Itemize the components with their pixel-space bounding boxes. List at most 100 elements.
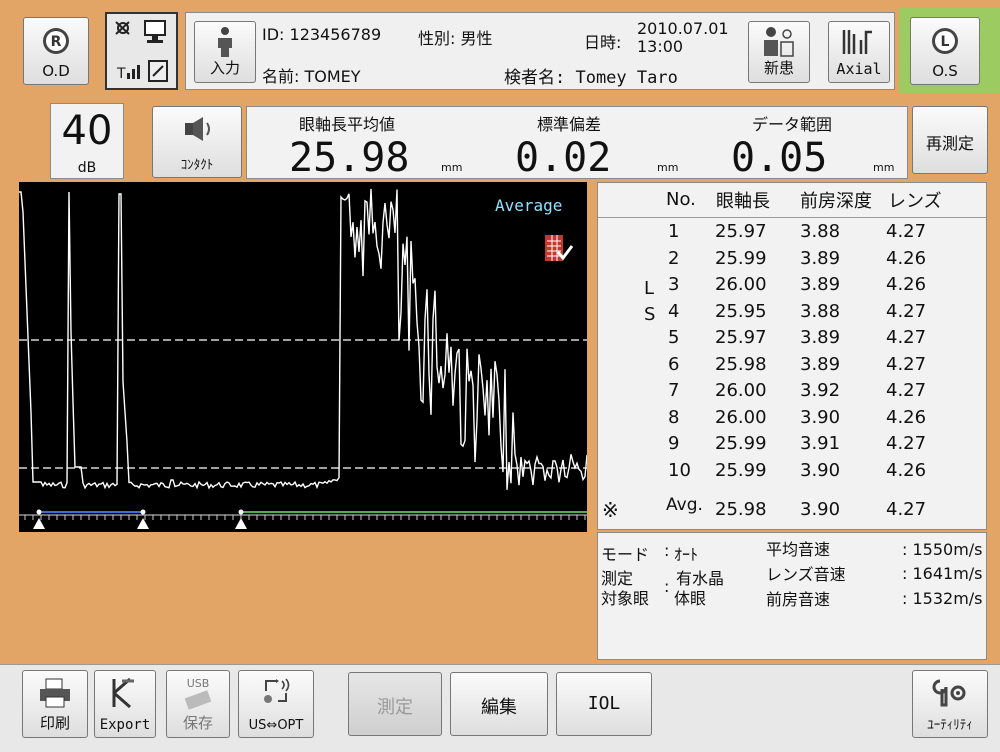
results-table: No. 眼軸長 前房深度 レンズ L S ※ 1 25.97 3.88 4.27 2 25…: [597, 182, 987, 530]
gate-dot-3: [238, 509, 244, 515]
side-mark-l: L: [644, 278, 655, 299]
table-cell-lens: 4.27: [886, 353, 927, 375]
average-label: Average: [495, 196, 563, 215]
table-cell-acd: 3.89: [800, 274, 841, 295]
a-scan-waveform[interactable]: Average: [19, 182, 587, 532]
avg-lens: 4.27: [886, 499, 927, 520]
iol-button[interactable]: IOL: [556, 672, 652, 736]
table-cell-acd: 3.88: [800, 300, 841, 322]
table-cell-axial: 26.00: [715, 274, 767, 295]
save-button[interactable]: USB 保存: [166, 670, 230, 738]
edit-label: 編集: [481, 697, 517, 718]
export-button[interactable]: Export: [94, 670, 156, 738]
mean-axial-value: 25.98: [289, 135, 410, 181]
ac-velocity-value: : 1532m/s: [902, 589, 983, 608]
measure-button[interactable]: 測定: [348, 672, 442, 736]
target-value-2: 体眼: [674, 589, 707, 608]
us-opt-icon: [239, 677, 313, 711]
od-eye-icon: R: [24, 26, 88, 60]
os-button[interactable]: L O.S: [910, 17, 980, 85]
table-cell-no: 7: [668, 380, 680, 401]
table-cell-lens: 4.26: [886, 247, 927, 269]
table-cell-axial: 25.97: [715, 327, 767, 348]
input-button[interactable]: 入力: [194, 21, 256, 83]
table-cell-no: 2: [668, 247, 680, 269]
header-acd: 前房深度: [800, 191, 872, 212]
table-cell-no: 10: [668, 459, 691, 481]
gain-display[interactable]: 40 dB: [50, 103, 124, 179]
network-status-icon: [113, 18, 173, 52]
us-opt-button[interactable]: US⇔OPT: [238, 670, 314, 738]
table-cell-lens: 4.27: [886, 433, 927, 454]
print-button[interactable]: 印刷: [22, 670, 88, 738]
table-cell-no: 4: [668, 300, 680, 322]
target-label-2: 対象眼: [601, 589, 650, 608]
table-cell-axial: 25.97: [715, 221, 767, 242]
us-opt-label: US⇔OPT: [248, 718, 304, 733]
od-letter: R: [51, 34, 62, 50]
axial-button[interactable]: Axial: [828, 21, 890, 83]
target-colon: :: [664, 577, 670, 596]
gate-marker-lens[interactable]: [137, 518, 149, 529]
table-cell-lens: 4.26: [886, 459, 927, 481]
avg-acd: 3.90: [800, 499, 841, 520]
table-cell-lens: 4.27: [886, 300, 927, 322]
table-cell-axial: 26.00: [715, 380, 767, 401]
table-cell-no: 1: [668, 221, 680, 242]
connection-status-panel: T: [105, 12, 178, 90]
table-cell-axial: 25.99: [715, 433, 767, 454]
os-eye-icon: L: [911, 26, 979, 60]
patient-id: ID: 123456789: [262, 25, 382, 44]
table-cell-no: 6: [668, 353, 680, 375]
patient-info-panel: 入力 ID: 123456789 性別: 男性 名前: TOMEY 日時: 20…: [185, 12, 895, 90]
sd-label: 標準偏差: [537, 115, 602, 134]
mean-axial-unit: mm: [441, 161, 463, 174]
gate-dot-1: [36, 509, 42, 515]
range-unit: mm: [873, 161, 895, 174]
checklist-icon[interactable]: [544, 234, 574, 268]
range-value: 0.05: [731, 135, 828, 181]
sd-value: 0.02: [515, 135, 612, 181]
gate-marker-cornea[interactable]: [33, 518, 45, 529]
mean-velocity-label: 平均音速: [766, 540, 831, 559]
table-cell-axial: 25.95: [715, 300, 767, 322]
utility-button[interactable]: ﾕｰﾃｨﾘﾃｨ: [912, 670, 988, 738]
export-label: Export: [99, 717, 151, 733]
remeasure-button[interactable]: 再測定: [912, 106, 988, 174]
od-button[interactable]: R O.D: [23, 17, 89, 85]
range-label: データ範囲: [752, 115, 833, 134]
save-label: 保存: [182, 714, 213, 732]
table-cell-acd: 3.88: [800, 221, 841, 242]
wrench-gear-icon: [913, 677, 987, 713]
avg-mark: ※: [602, 498, 619, 522]
table-cell-lens: 4.27: [886, 221, 927, 242]
table-cell-axial: 26.00: [715, 406, 767, 428]
svg-text:T: T: [116, 66, 126, 82]
speaker-icon: [153, 113, 241, 149]
new-patient-button[interactable]: 新患: [748, 21, 810, 83]
exam-time: 13:00: [637, 37, 684, 56]
lens-velocity-value: : 1641m/s: [902, 564, 983, 583]
header-axial-length: 眼軸長: [716, 191, 770, 212]
table-cell-acd: 3.91: [800, 433, 841, 454]
examiner-name: 検者名: Tomey Taro: [504, 68, 678, 88]
measure-label: 測定: [377, 697, 413, 718]
table-cell-lens: 4.26: [886, 406, 927, 428]
table-cell-no: 8: [668, 406, 680, 428]
edit-button[interactable]: 編集: [450, 672, 548, 736]
gain-value: 40: [61, 108, 113, 154]
os-label: O.S: [932, 62, 958, 80]
axial-label: Axial: [836, 60, 882, 78]
gate-marker-retina[interactable]: [235, 518, 247, 529]
table-cell-lens: 4.27: [886, 380, 927, 401]
utility-label: ﾕｰﾃｨﾘﾃｨ: [927, 718, 973, 733]
table-cell-axial: 25.98: [715, 353, 767, 375]
contact-button[interactable]: ｺﾝﾀｸﾄ: [152, 106, 242, 178]
table-cell-no: 3: [668, 274, 680, 295]
signal-storage-icon: T: [115, 58, 173, 90]
mean-axial-label: 眼軸長平均値: [299, 115, 396, 134]
patient-sex: 性別: 男性: [418, 29, 493, 48]
export-icon: [95, 677, 155, 713]
datetime-label: 日時:: [584, 33, 622, 52]
mode-colon: :: [664, 541, 670, 560]
